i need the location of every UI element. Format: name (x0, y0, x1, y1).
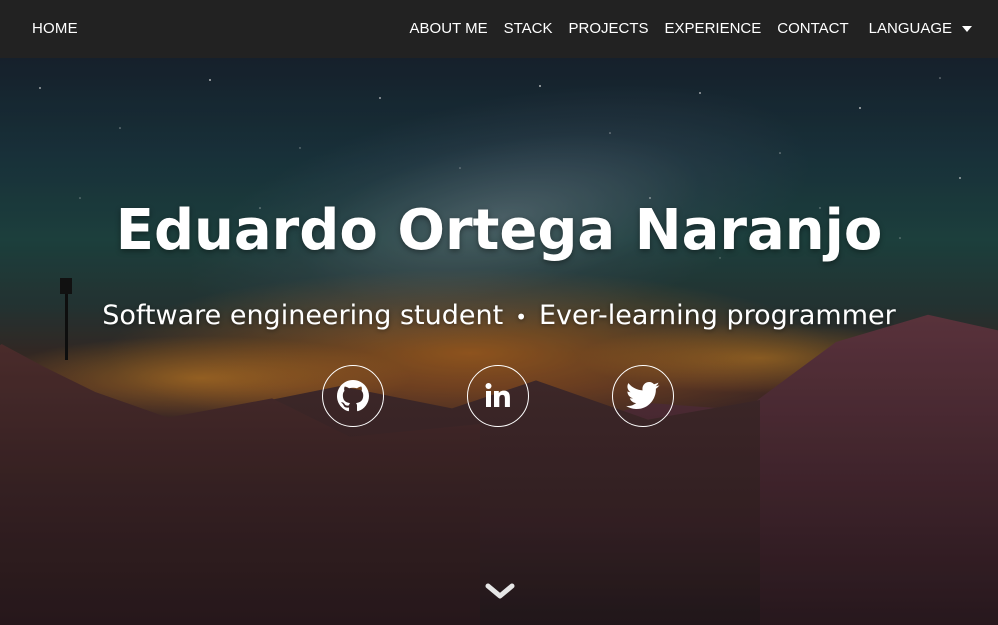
twitter-icon (626, 381, 660, 410)
hero-name-heading: Eduardo Ortega Naranjo (115, 198, 883, 263)
subtitle-separator: • (515, 304, 527, 329)
linkedin-icon (485, 383, 510, 407)
hero-section: Eduardo Ortega Naranjo Software engineer… (0, 58, 998, 625)
scroll-down-button[interactable] (484, 580, 516, 604)
subtitle-programmer: Ever-learning programmer (538, 300, 896, 331)
nav-experience-link[interactable]: EXPERIENCE (665, 20, 762, 37)
nav-projects-link[interactable]: PROJECTS (569, 20, 649, 37)
github-icon (337, 380, 369, 412)
github-button[interactable] (322, 365, 384, 427)
linkedin-button[interactable] (467, 365, 529, 427)
language-dropdown[interactable]: LANGUAGE (869, 20, 972, 37)
nav-home-link[interactable]: HOME (32, 20, 78, 37)
nav-stack-link[interactable]: STACK (504, 20, 553, 37)
top-navbar: HOME ABOUT ME STACK PROJECTS EXPERIENCE … (0, 0, 998, 58)
language-label: LANGUAGE (868, 20, 952, 37)
subtitle-student: Software engineering student (102, 300, 504, 331)
hero-dark-overlay (0, 58, 998, 625)
nav-menu: ABOUT ME STACK PROJECTS EXPERIENCE CONTA… (394, 20, 972, 37)
nav-contact-link[interactable]: CONTACT (777, 20, 848, 37)
nav-about-link[interactable]: ABOUT ME (410, 20, 488, 37)
caret-down-icon (962, 26, 972, 32)
twitter-button[interactable] (612, 365, 674, 427)
chevron-down-icon (485, 583, 515, 599)
hero-subtitle: Software engineering student • Ever-learni… (0, 300, 998, 331)
